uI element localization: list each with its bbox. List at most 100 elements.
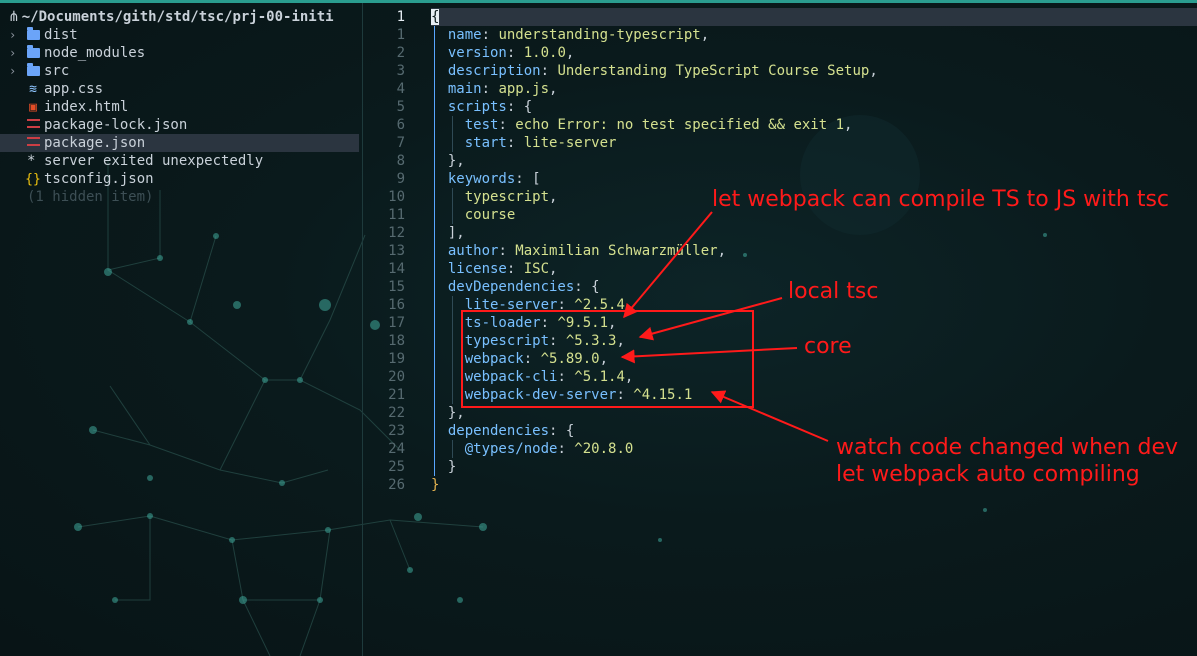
line-content: typescript: ^5.3.3,: [431, 332, 625, 350]
code-token: ,: [869, 63, 878, 79]
tree-item-node-modules[interactable]: › node_modules: [0, 44, 359, 62]
hidden-items-note[interactable]: (1 hidden item): [0, 188, 359, 206]
json-key: webpack-cli: [464, 369, 558, 385]
line-number: 12: [388, 225, 405, 241]
line-number: 26: [388, 477, 405, 493]
code-line[interactable]: 4 main: app.js,: [363, 80, 1197, 98]
server-status-message: * server exited unexpectedly: [0, 152, 359, 170]
code-token: :: [523, 351, 541, 367]
code-token: :: [574, 279, 592, 295]
folder-root-icon: ⋔: [8, 9, 20, 25]
css-file-icon: ≋: [29, 82, 37, 97]
code-line[interactable]: 18 typescript: ^5.3.3,: [363, 332, 1197, 350]
code-line[interactable]: 15 devDependencies: {: [363, 278, 1197, 296]
line-number: 21: [388, 387, 405, 403]
json-key: author: [447, 243, 499, 259]
code-line[interactable]: 6 test: echo Error: no test specified &&…: [363, 116, 1197, 134]
code-line[interactable]: 17 ts-loader: ^9.5.1,: [363, 314, 1197, 332]
tree-item-package-json[interactable]: package.json: [0, 134, 359, 152]
code-token: ,: [549, 81, 558, 97]
code-token: },: [447, 405, 465, 421]
code-token: {: [565, 423, 575, 439]
json-key: webpack-dev-server: [464, 387, 617, 403]
chevron-right-icon[interactable]: ›: [9, 26, 16, 44]
code-line[interactable]: 1{: [363, 8, 1197, 26]
code-line[interactable]: 12 ],: [363, 224, 1197, 242]
code-token: {: [431, 9, 440, 25]
code-token: :: [506, 261, 524, 277]
code-line[interactable]: 13 author: Maximilian Schwarzmüller,: [363, 242, 1197, 260]
line-content: ],: [431, 224, 465, 242]
json-key: lite-server: [464, 297, 558, 313]
tree-item-src[interactable]: › src: [0, 62, 359, 80]
line-content: }: [431, 476, 439, 494]
json-key: typescript: [464, 333, 550, 349]
explorer-root-path[interactable]: ⋔ ~/Documents/gith/std/tsc/prj-00-initi: [8, 8, 360, 26]
line-number: 11: [388, 207, 405, 223]
code-line[interactable]: 19 webpack: ^5.89.0,: [363, 350, 1197, 368]
line-content: }: [431, 458, 456, 476]
tree-item-tsconfig-json[interactable]: {} tsconfig.json: [0, 170, 359, 188]
status-star: *: [27, 153, 36, 169]
code-line[interactable]: 7 start: lite-server: [363, 134, 1197, 152]
json-key: scripts: [447, 99, 507, 115]
code-token: :: [498, 117, 516, 133]
line-content: ts-loader: ^9.5.1,: [431, 314, 617, 332]
line-content: lite-server: ^2.5.4,: [431, 296, 634, 314]
tree-item-dist[interactable]: › dist: [0, 26, 359, 44]
line-number: 8: [396, 153, 405, 169]
code-line[interactable]: 22 },: [363, 404, 1197, 422]
code-line[interactable]: 16 lite-server: ^2.5.4,: [363, 296, 1197, 314]
code-token: ,: [616, 333, 625, 349]
json-value: ^5.1.4: [574, 369, 625, 385]
json-value: lite-server: [523, 135, 617, 151]
line-number: 20: [388, 369, 405, 385]
line-number: 24: [388, 441, 405, 457]
tree-item-index-html[interactable]: ▣ index.html: [0, 98, 359, 116]
code-line[interactable]: 1 name: understanding-typescript,: [363, 26, 1197, 44]
code-line[interactable]: 2 version: 1.0.0,: [363, 44, 1197, 62]
code-line[interactable]: 14 license: ISC,: [363, 260, 1197, 278]
line-content: dependencies: {: [431, 422, 574, 440]
code-token: ,: [549, 261, 558, 277]
chevron-right-icon[interactable]: ›: [9, 62, 16, 80]
code-line[interactable]: 20 webpack-cli: ^5.1.4,: [363, 368, 1197, 386]
chevron-right-icon[interactable]: ›: [9, 44, 16, 62]
code-token: :: [506, 99, 524, 115]
code-line[interactable]: 21 webpack-dev-server: ^4.15.1: [363, 386, 1197, 404]
json-key: description: [447, 63, 541, 79]
annotation-webpack-tsc: let webpack can compile TS to JS with ts…: [712, 187, 1170, 212]
annotation-local-tsc: local tsc: [788, 279, 879, 304]
line-content: start: lite-server: [431, 134, 617, 152]
code-token: :: [506, 45, 524, 61]
code-line[interactable]: 5 scripts: {: [363, 98, 1197, 116]
line-number: 1: [396, 9, 405, 25]
json-value: Understanding TypeScript Course Setup: [557, 63, 870, 79]
line-number: 6: [396, 117, 405, 133]
tree-item-app-css[interactable]: ≋ app.css: [0, 80, 359, 98]
code-token: ,: [624, 297, 634, 313]
json-value: ISC: [523, 261, 550, 277]
line-number: 25: [388, 459, 405, 475]
line-number: 3: [396, 63, 405, 79]
code-line[interactable]: 3 description: Understanding TypeScript …: [363, 62, 1197, 80]
tree-item-label: dist: [44, 27, 78, 43]
code-token: ,: [624, 369, 634, 385]
code-line[interactable]: 8 },: [363, 152, 1197, 170]
tree-item-package-lock-json[interactable]: package-lock.json: [0, 116, 359, 134]
code-editor[interactable]: 1{1 name: understanding-typescript, 2 ver…: [363, 4, 1197, 656]
code-token: :: [515, 171, 533, 187]
hidden-items-label: (1 hidden item): [27, 189, 154, 205]
line-content: webpack: ^5.89.0,: [431, 350, 608, 368]
line-number: 17: [388, 315, 405, 331]
line-number: 13: [388, 243, 405, 259]
